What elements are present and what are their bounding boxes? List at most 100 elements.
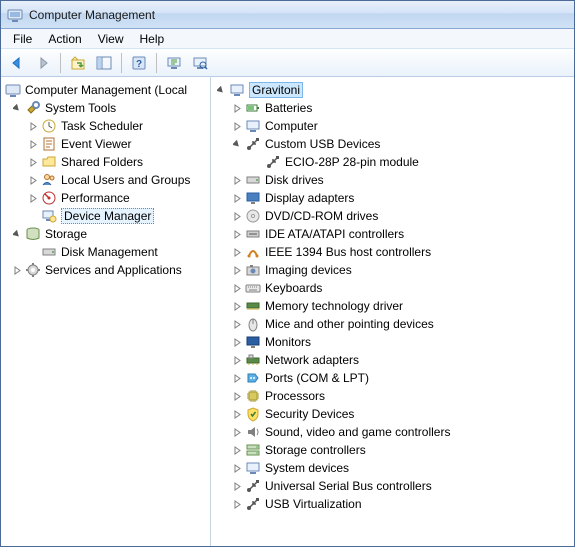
usb-virtualization-category[interactable]: USB Virtualization [211,495,574,513]
imaging-category[interactable]: Imaging devices [211,261,574,279]
security-icon [245,406,261,422]
tree-label: Monitors [265,335,311,349]
mice-category[interactable]: Mice and other pointing devices [211,315,574,333]
menu-action[interactable]: Action [40,30,89,48]
port-icon [245,370,261,386]
expand-icon[interactable] [231,228,243,240]
tree-performance[interactable]: Performance [1,189,210,207]
expand-icon[interactable] [231,498,243,510]
menu-file[interactable]: File [5,30,40,48]
expand-icon[interactable] [231,300,243,312]
display-adapters-category[interactable]: Display adapters [211,189,574,207]
processors-category[interactable]: Processors [211,387,574,405]
ecio-device[interactable]: ECIO-28P 28-pin module [211,153,574,171]
menu-help[interactable]: Help [132,30,173,48]
collapse-icon[interactable] [11,228,23,240]
sound-category[interactable]: Sound, video and game controllers [211,423,574,441]
dvd-category[interactable]: DVD/CD-ROM drives [211,207,574,225]
tree-services-apps[interactable]: Services and Applications [1,261,210,279]
mmc-icon [5,82,21,98]
expand-icon[interactable] [231,210,243,222]
tree-label: Memory technology driver [265,299,403,313]
security-category[interactable]: Security Devices [211,405,574,423]
tree-storage[interactable]: Storage [1,225,210,243]
device-root[interactable]: Gravitoni [211,81,574,99]
mouse-icon [245,316,261,332]
collapse-icon[interactable] [11,102,23,114]
ieee1394-category[interactable]: IEEE 1394 Bus host controllers [211,243,574,261]
expand-icon[interactable] [11,264,23,276]
expand-icon[interactable] [231,462,243,474]
help-button[interactable]: ? [127,51,151,75]
expand-icon[interactable] [231,174,243,186]
device-tree-pane: Gravitoni BatteriesComputer Custom USB De… [211,77,574,546]
network-category[interactable]: Network adapters [211,351,574,369]
menu-view[interactable]: View [90,30,132,48]
expand-icon[interactable] [231,426,243,438]
computer-icon [245,118,261,134]
expand-icon[interactable] [231,264,243,276]
memory-tech-category[interactable]: Memory technology driver [211,297,574,315]
usb-controllers-category[interactable]: Universal Serial Bus controllers [211,477,574,495]
scan-button[interactable] [162,51,186,75]
forward-button[interactable] [31,51,55,75]
expand-icon[interactable] [231,480,243,492]
computer-category[interactable]: Computer [211,117,574,135]
device-tree[interactable]: Gravitoni BatteriesComputer Custom USB De… [211,81,574,513]
disk-icon [41,244,57,260]
expand-icon[interactable] [231,390,243,402]
tree-label: Disk Management [61,245,158,259]
toolbar-separator [60,53,61,73]
tree-label: Performance [61,191,130,205]
expand-icon[interactable] [27,138,39,150]
tree-disk-management[interactable]: Disk Management [1,243,210,261]
tree-root-computer-management[interactable]: Computer Management (Local [1,81,210,99]
network-icon [245,352,261,368]
tree-local-users[interactable]: Local Users and Groups [1,171,210,189]
cpu-icon [245,388,261,404]
back-button[interactable] [5,51,29,75]
expand-icon[interactable] [231,192,243,204]
tree-label: Keyboards [265,281,322,295]
storage-controllers-category[interactable]: Storage controllers [211,441,574,459]
tree-label: USB Virtualization [265,497,362,511]
tree-task-scheduler[interactable]: Task Scheduler [1,117,210,135]
expand-icon[interactable] [231,336,243,348]
tree-label: Universal Serial Bus controllers [265,479,432,493]
expand-icon[interactable] [27,156,39,168]
expand-icon[interactable] [231,408,243,420]
keyboards-category[interactable]: Keyboards [211,279,574,297]
monitors-category[interactable]: Monitors [211,333,574,351]
expand-icon[interactable] [231,354,243,366]
collapse-icon[interactable] [231,138,243,150]
expand-icon[interactable] [231,372,243,384]
expand-icon[interactable] [231,318,243,330]
batteries-category[interactable]: Batteries [211,99,574,117]
collapse-icon[interactable] [215,84,227,96]
expand-icon[interactable] [27,192,39,204]
ide-category[interactable]: IDE ATA/ATAPI controllers [211,225,574,243]
tree-device-manager[interactable]: Device Manager [1,207,210,225]
ports-category[interactable]: Ports (COM & LPT) [211,369,574,387]
expand-icon[interactable] [27,174,39,186]
tree-label: Imaging devices [265,263,352,277]
tree-system-tools[interactable]: System Tools [1,99,210,117]
expand-icon[interactable] [231,246,243,258]
expand-icon[interactable] [27,120,39,132]
properties-button[interactable] [188,51,212,75]
tree-label: Custom USB Devices [265,137,380,151]
expand-icon[interactable] [231,102,243,114]
up-button[interactable] [66,51,90,75]
disk-drives-category[interactable]: Disk drives [211,171,574,189]
expand-icon[interactable] [231,120,243,132]
console-tree[interactable]: Computer Management (Local System Tools [1,81,210,279]
custom-usb-category[interactable]: Custom USB Devices [211,135,574,153]
expand-icon[interactable] [231,444,243,456]
monitor-icon [245,334,261,350]
tree-shared-folders[interactable]: Shared Folders [1,153,210,171]
display-icon [245,190,261,206]
system-devices-category[interactable]: System devices [211,459,574,477]
expand-icon[interactable] [231,282,243,294]
tree-event-viewer[interactable]: Event Viewer [1,135,210,153]
show-hide-tree-button[interactable] [92,51,116,75]
